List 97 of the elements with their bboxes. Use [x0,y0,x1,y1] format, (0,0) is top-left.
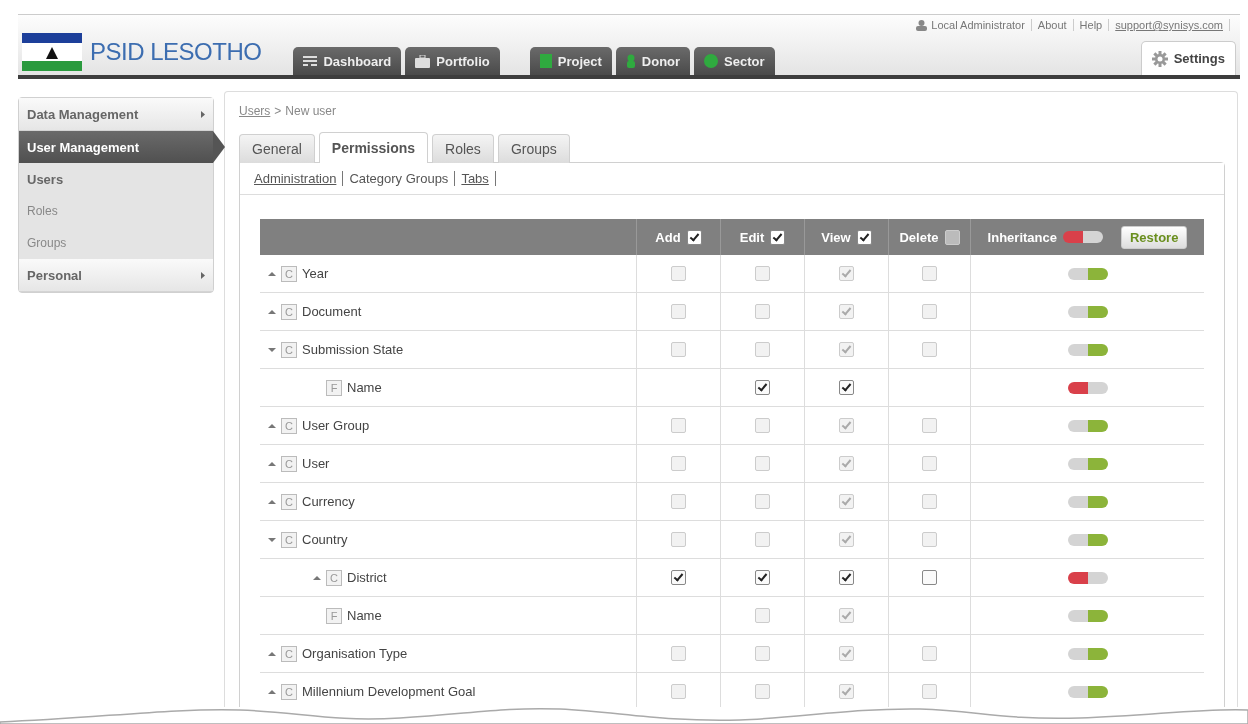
caret-icon [201,271,205,279]
checkbox[interactable] [856,229,872,245]
collapse-arrow-icon[interactable] [268,536,276,543]
category-badge: C [281,683,297,700]
row-name: Name [347,608,382,623]
expand-arrow-icon[interactable] [268,422,276,429]
field-badge: F [326,379,342,396]
category-badge: C [281,645,297,662]
sidebar-item[interactable]: Data Management [19,98,213,131]
person-icon [625,54,636,68]
row-name: User Group [302,418,370,433]
column-label: Edit [739,229,765,245]
inheritance-toggle[interactable] [1067,457,1108,470]
row-name: Year [302,266,329,281]
menu-icon [303,55,318,67]
inheritance-toggle[interactable] [1062,231,1103,243]
tab[interactable]: Groups [497,134,570,163]
user-icon [916,19,928,31]
nav-tab[interactable]: Dashboard [293,47,402,75]
row-name: User [302,456,330,471]
column-label: Add [655,229,681,245]
row-name: District [347,570,387,585]
header-link[interactable]: About [1031,19,1074,31]
tab[interactable]: General [239,134,315,163]
breadcrumb-separator: > [274,104,282,118]
collapse-arrow-icon[interactable] [268,346,276,353]
inheritance-toggle[interactable] [1067,647,1108,660]
settings-icon [1151,50,1168,67]
expand-arrow-icon[interactable] [268,688,276,695]
inheritance-toggle[interactable] [1067,533,1108,546]
category-badge: C [326,569,342,586]
restore-button[interactable]: Restore [1120,225,1188,249]
checkbox[interactable] [922,570,937,585]
briefcase-icon [415,54,431,68]
expand-arrow-icon[interactable] [313,574,321,581]
inheritance-toggle[interactable] [1067,495,1108,508]
expand-arrow-icon[interactable] [268,460,276,467]
row-name: Currency [302,494,355,509]
pointer-icon [213,131,225,163]
breadcrumb-link[interactable]: Users [239,104,271,118]
subtab-link[interactable]: Tabs [455,171,496,186]
category-badge: C [281,531,297,548]
inheritance-toggle[interactable] [1067,305,1108,318]
header-link[interactable]: Help [1073,19,1110,31]
settings-tab[interactable]: Settings [1140,41,1236,75]
inheritance-toggle[interactable] [1067,343,1108,356]
app-title: PSID LESOTHO [90,38,262,66]
expand-arrow-icon[interactable] [268,308,276,315]
inheritance-toggle[interactable] [1067,685,1108,698]
sidebar-item[interactable]: Personal [19,259,213,292]
subtab-link[interactable]: Category Groups [343,171,456,186]
category-badge: C [281,341,297,358]
checkbox[interactable] [755,570,770,585]
tab[interactable]: Permissions [318,132,429,163]
inheritance-toggle[interactable] [1067,381,1108,394]
category-badge: C [281,417,297,434]
row-name: Document [302,304,362,319]
checkbox[interactable] [671,570,686,585]
inheritance-toggle[interactable] [1067,609,1108,622]
row-name: Country [302,532,348,547]
row-name: Organisation Type [302,646,408,661]
column-label: View [821,229,851,245]
category-badge: C [281,265,297,282]
column-label: Delete [899,229,939,245]
row-name: Submission State [302,342,404,357]
subtab-link[interactable]: Administration [248,171,344,186]
nav-tab[interactable]: Project [529,47,612,75]
row-name: Name [347,380,382,395]
sidebar-item[interactable]: Users [19,163,213,195]
row-name: Millennium Development Goal [302,684,476,699]
flag-logo [22,33,82,71]
nav-tab[interactable]: Sector [694,47,775,75]
square-icon [539,54,552,68]
checkbox[interactable] [686,229,702,245]
category-badge: C [281,455,297,472]
inheritance-toggle[interactable] [1067,267,1108,280]
inheritance-toggle[interactable] [1067,419,1108,432]
column-label: Inheritance [987,229,1057,245]
user-link[interactable]: Local Administrator [910,19,1032,31]
nav-tab[interactable]: Donor [615,47,691,75]
header-link[interactable]: support@synisys.com [1109,19,1230,31]
expand-arrow-icon[interactable] [268,650,276,657]
caret-icon [201,110,205,118]
category-badge: C [281,493,297,510]
checkbox[interactable] [839,380,854,395]
nav-tab[interactable]: Portfolio [405,47,500,75]
circle-icon [704,54,719,68]
tab[interactable]: Roles [432,134,494,163]
inheritance-toggle[interactable] [1067,571,1108,584]
expand-arrow-icon[interactable] [268,498,276,505]
expand-arrow-icon[interactable] [268,270,276,277]
field-badge: F [326,607,342,624]
checkbox[interactable] [770,229,786,245]
checkbox[interactable] [755,380,770,395]
breadcrumb-current: New user [285,104,337,118]
checkbox[interactable] [839,570,854,585]
category-badge: C [281,303,297,320]
